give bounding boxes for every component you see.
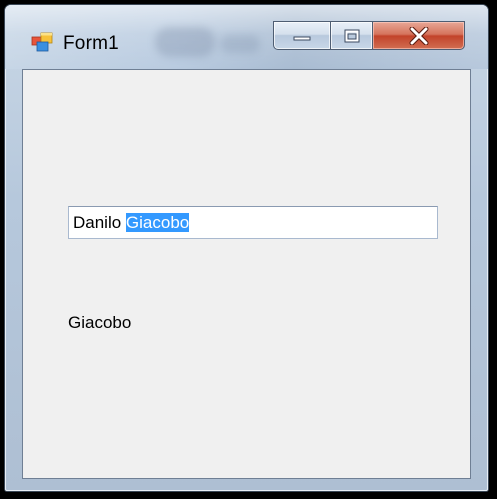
maximize-icon [344,29,359,42]
name-textbox[interactable]: Danilo Giacobo [68,206,438,239]
caption-buttons [273,21,465,50]
minimize-icon [293,36,311,40]
winforms-app-icon[interactable] [31,32,53,52]
form-client-area: Danilo Giacobo Giacobo [22,69,471,479]
close-icon [409,26,428,45]
title-bar[interactable]: Form1 [5,5,488,69]
minimize-button[interactable] [273,21,331,50]
form1-window: Form1 Danilo Giacobo Giacobo [5,5,488,491]
maximize-button[interactable] [331,21,373,50]
textbox-selected-text: Giacobo [125,213,190,232]
window-title: Form1 [63,33,119,54]
selected-text-label: Giacobo [68,313,132,332]
close-button[interactable] [373,21,465,50]
textbox-unselected-text: Danilo [73,213,126,232]
